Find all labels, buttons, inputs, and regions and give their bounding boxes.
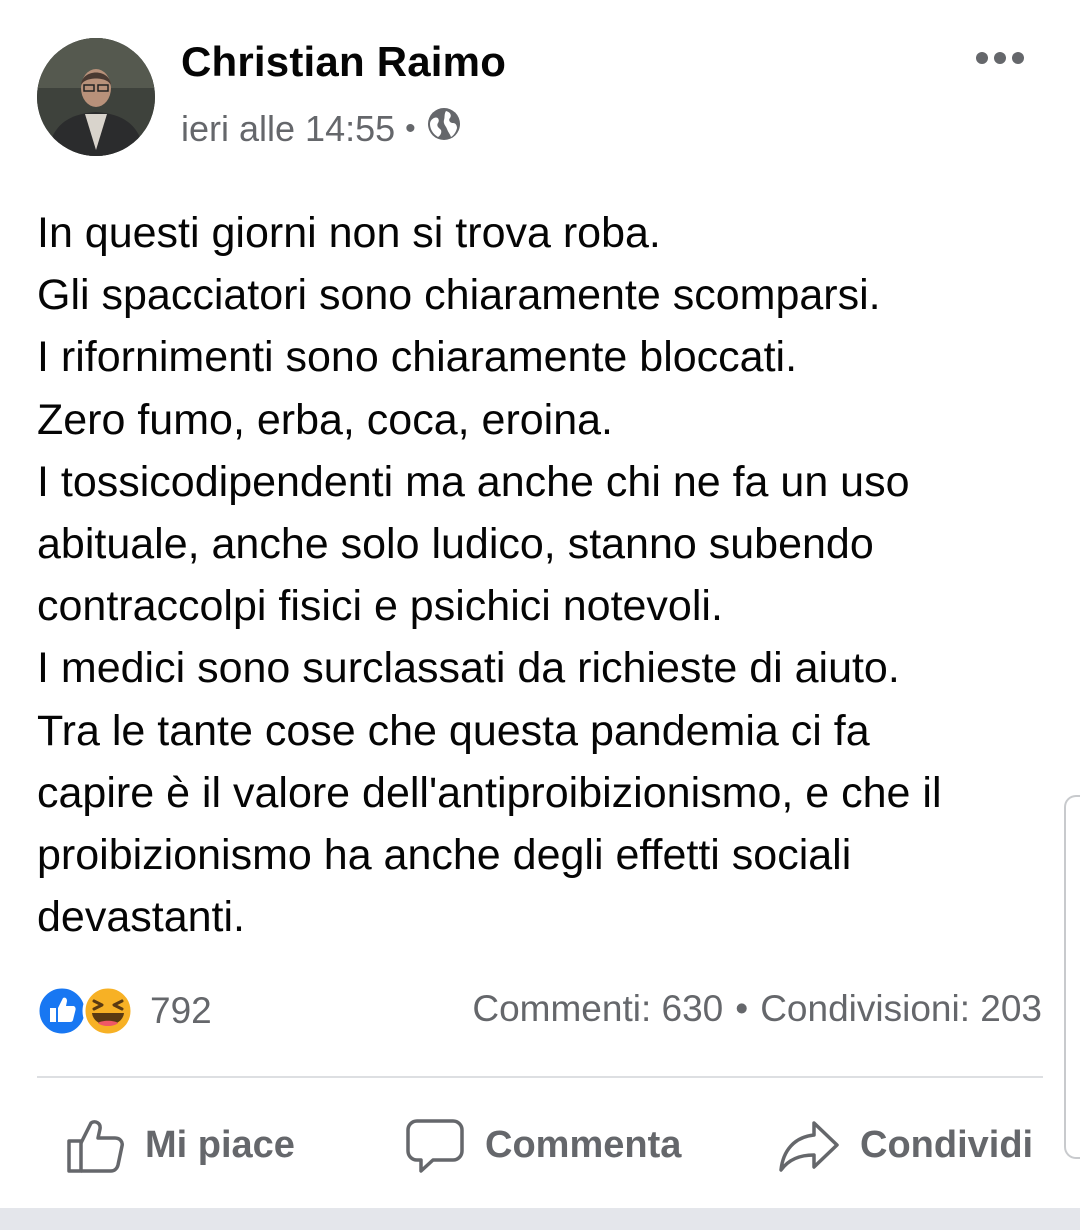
post-line: Zero fumo, erba, coca, eroina.	[37, 395, 614, 444]
like-icon	[36, 985, 88, 1037]
feed-separator	[0, 1208, 1080, 1230]
share-label: Condividi	[860, 1123, 1034, 1166]
ellipsis-icon	[994, 52, 1006, 64]
post-line: devastanti.	[37, 893, 245, 942]
thumbs-up-icon	[67, 1120, 124, 1173]
post-line: Gli spacciatori sono chiaramente scompar…	[37, 271, 881, 320]
post-line: In questi giorni non si trova roba.	[37, 209, 661, 257]
author-name[interactable]: Christian Raimo	[181, 38, 506, 86]
ellipsis-icon	[1012, 52, 1024, 64]
side-edge-handle[interactable]	[1064, 795, 1080, 1159]
post-timestamp[interactable]: ieri alle 14:55	[181, 108, 395, 150]
avatar-photo	[37, 38, 155, 156]
action-bar: Mi piace Commenta Condividi	[0, 1100, 1080, 1190]
share-button[interactable]: Condividi	[778, 1100, 1033, 1190]
like-button[interactable]: Mi piace	[65, 1100, 295, 1190]
post-line: proibizionismo ha anche degli effetti so…	[37, 831, 852, 880]
comments-count[interactable]: Commenti: 630	[472, 988, 723, 1030]
post-line: capire è il valore dell'antiproibizionis…	[37, 768, 942, 817]
post-line: I tossicodipendenti ma anche chi ne fa u…	[37, 457, 910, 506]
post-line: contraccolpi fisici e psichici notevoli.	[37, 582, 723, 631]
reaction-icons	[36, 985, 134, 1037]
post-text: In questi giorni non si trova roba. Gli …	[37, 202, 1057, 948]
post-line: I medici sono surclassati da richieste d…	[37, 644, 900, 693]
share-arrow-icon	[779, 1121, 839, 1172]
ellipsis-icon	[976, 52, 988, 64]
more-options-button[interactable]	[976, 52, 1024, 64]
divider	[37, 1076, 1043, 1078]
reaction-count: 792	[150, 990, 212, 1031]
reactions-summary[interactable]: 792	[36, 985, 212, 1037]
haha-icon	[82, 985, 134, 1037]
comment-button[interactable]: Commenta	[405, 1100, 681, 1190]
post-line: I rifornimenti sono chiaramente bloccati…	[37, 333, 798, 382]
meta-separator: •	[405, 111, 416, 145]
post-line: Tra le tante cose che questa pandemia ci…	[37, 706, 870, 755]
post-stats: Commenti: 630 • Condivisioni: 203	[472, 988, 1042, 1030]
stats-separator: •	[735, 988, 749, 1029]
avatar[interactable]	[37, 38, 155, 156]
post-line: abituale, anche solo ludico, stanno sube…	[37, 520, 874, 569]
shares-count[interactable]: Condivisioni: 203	[760, 988, 1042, 1030]
post-meta: ieri alle 14:55 •	[181, 106, 462, 151]
comment-icon	[406, 1119, 464, 1173]
like-label: Mi piace	[145, 1123, 295, 1166]
globe-icon	[426, 106, 462, 151]
comment-label: Commenta	[485, 1123, 682, 1166]
